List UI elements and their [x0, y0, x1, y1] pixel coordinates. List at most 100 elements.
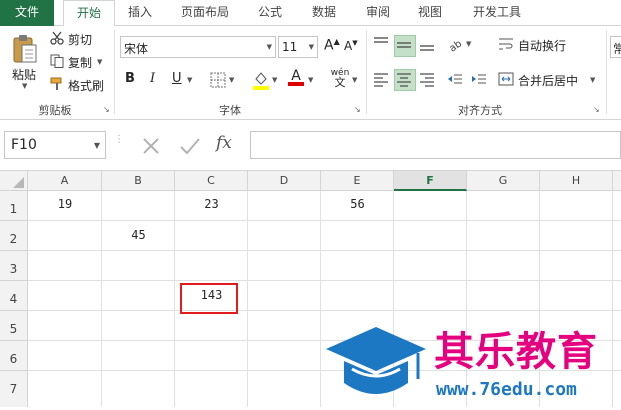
- borders-dropdown-icon[interactable]: ▼: [229, 76, 234, 84]
- column-header-e[interactable]: E: [321, 171, 394, 191]
- row-header-1[interactable]: 1: [0, 191, 28, 221]
- number-format-value: 常: [613, 40, 621, 57]
- grow-font-button[interactable]: A▲: [324, 37, 340, 54]
- tab-developer[interactable]: 开发工具: [462, 0, 532, 26]
- tab-file[interactable]: 文件: [0, 0, 54, 26]
- underline-button[interactable]: U: [172, 71, 182, 86]
- cell-b2[interactable]: 45: [102, 228, 175, 242]
- cell-e1[interactable]: 56: [321, 197, 394, 211]
- copy-button[interactable]: 复制: [68, 54, 92, 71]
- fill-color-icon[interactable]: [252, 70, 270, 90]
- phonetic-dropdown-icon[interactable]: ▼: [352, 76, 357, 84]
- cell-c4[interactable]: 143: [175, 288, 248, 302]
- watermark-brand: 其乐教育: [434, 329, 598, 375]
- bold-button[interactable]: B: [125, 71, 135, 86]
- paste-dropdown-icon[interactable]: ▼: [22, 82, 27, 90]
- gridline: [101, 191, 102, 407]
- grow-arrow-icon: ▲: [333, 37, 340, 46]
- align-right-icon[interactable]: [418, 70, 436, 88]
- shrink-font-button[interactable]: A▼: [344, 39, 358, 53]
- name-box-value: F10: [11, 137, 37, 153]
- column-header-h[interactable]: H: [540, 171, 613, 191]
- grow-font-glyph: A: [324, 37, 334, 54]
- column-header-a[interactable]: A: [28, 171, 102, 191]
- copy-dropdown-icon[interactable]: ▼: [97, 58, 102, 66]
- tab-formulas[interactable]: 公式: [246, 0, 294, 26]
- ribbon: 粘贴 ▼ 剪切 复制 ▼ 格式刷 剪贴板 ↘ 宋体 ▼ 11 ▼ A▲ A▼ B…: [0, 26, 621, 120]
- select-all-corner[interactable]: [0, 171, 28, 191]
- align-middle-icon[interactable]: [394, 35, 416, 57]
- cell-a1[interactable]: 19: [28, 197, 102, 211]
- shrink-font-glyph: A: [344, 39, 353, 53]
- column-header-g[interactable]: G: [467, 171, 540, 191]
- column-header-c[interactable]: C: [175, 171, 248, 191]
- gridline: [28, 250, 621, 251]
- font-launcher-icon[interactable]: ↘: [354, 106, 362, 114]
- alignment-group-label: 对齐方式: [458, 104, 502, 117]
- font-color-dropdown-icon[interactable]: ▼: [308, 76, 313, 84]
- row-header-4[interactable]: 4: [0, 281, 28, 311]
- scissors-icon: [50, 31, 64, 45]
- cut-button[interactable]: 剪切: [68, 31, 92, 48]
- merge-center-button[interactable]: 合并后居中: [518, 72, 578, 89]
- group-divider: [606, 30, 607, 114]
- decrease-indent-icon[interactable]: [446, 70, 464, 88]
- name-box[interactable]: F10 ▼: [4, 131, 106, 159]
- gridline: [28, 280, 621, 281]
- tab-page-layout[interactable]: 页面布局: [170, 0, 240, 26]
- number-format-select[interactable]: 常: [610, 36, 621, 58]
- font-color-glyph: A: [291, 68, 301, 84]
- formula-bar: F10 ▼ ⋮ fx: [0, 121, 621, 171]
- tab-review[interactable]: 审阅: [354, 0, 402, 26]
- chevron-down-icon: ▼: [93, 141, 100, 150]
- column-header-partial[interactable]: [613, 171, 621, 191]
- chevron-down-icon: ▼: [308, 43, 314, 51]
- orientation-dropdown-icon[interactable]: ▼: [466, 40, 471, 48]
- italic-button[interactable]: I: [150, 71, 155, 86]
- font-color-button[interactable]: A: [288, 68, 304, 86]
- tab-insert[interactable]: 插入: [116, 0, 164, 26]
- group-divider: [366, 30, 367, 114]
- insert-function-icon[interactable]: fx: [216, 133, 240, 157]
- font-size-select[interactable]: 11 ▼: [278, 36, 318, 58]
- tab-data[interactable]: 数据: [300, 0, 348, 26]
- align-center-icon[interactable]: [394, 69, 416, 91]
- align-bottom-icon[interactable]: [418, 35, 436, 53]
- clipboard-launcher-icon[interactable]: ↘: [103, 106, 111, 114]
- worksheet-grid: A B C D E F G H 1 2 3 4 5 6 7 19 23 56 4…: [0, 171, 621, 407]
- paste-icon[interactable]: [12, 34, 38, 64]
- align-top-icon[interactable]: [372, 35, 390, 53]
- cancel-icon[interactable]: [140, 135, 162, 157]
- increase-indent-icon[interactable]: [470, 70, 488, 88]
- font-name-select[interactable]: 宋体 ▼: [120, 36, 276, 58]
- alignment-launcher-icon[interactable]: ↘: [593, 106, 601, 114]
- enter-check-icon[interactable]: [178, 135, 202, 157]
- fill-color-dropdown-icon[interactable]: ▼: [272, 76, 277, 84]
- row-header-6[interactable]: 6: [0, 341, 28, 371]
- row-header-5[interactable]: 5: [0, 311, 28, 341]
- formula-input[interactable]: [250, 131, 621, 159]
- drag-handle-icon[interactable]: ⋮: [114, 135, 124, 155]
- format-painter-button[interactable]: 格式刷: [68, 77, 104, 94]
- chevron-down-icon: ▼: [266, 43, 272, 51]
- borders-icon[interactable]: [210, 72, 226, 88]
- merge-dropdown-icon[interactable]: ▼: [590, 76, 595, 84]
- clipboard-group-label: 剪贴板: [38, 104, 72, 117]
- underline-dropdown-icon[interactable]: ▼: [187, 76, 192, 84]
- column-header-d[interactable]: D: [248, 171, 321, 191]
- wrap-text-button[interactable]: 自动换行: [518, 37, 566, 54]
- column-header-f[interactable]: F: [394, 171, 467, 191]
- paste-button[interactable]: 粘贴: [12, 66, 36, 83]
- align-left-icon[interactable]: [372, 70, 390, 88]
- row-header-2[interactable]: 2: [0, 221, 28, 251]
- orientation-icon[interactable]: ab: [446, 35, 465, 54]
- phonetic-button[interactable]: wén 文: [330, 68, 350, 88]
- row-header-3[interactable]: 3: [0, 251, 28, 281]
- cell-c1[interactable]: 23: [175, 197, 248, 211]
- column-header-b[interactable]: B: [102, 171, 175, 191]
- row-header-7[interactable]: 7: [0, 371, 28, 407]
- tab-home[interactable]: 开始: [63, 0, 115, 29]
- group-divider: [114, 30, 115, 114]
- tab-view[interactable]: 视图: [406, 0, 454, 26]
- font-name-value: 宋体: [124, 42, 149, 56]
